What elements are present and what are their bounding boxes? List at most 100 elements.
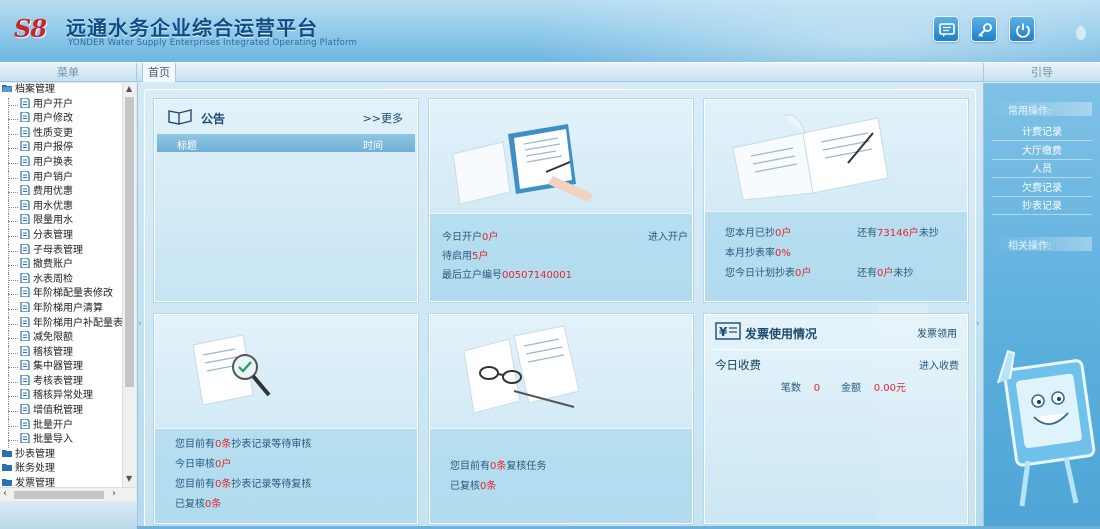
quick-link[interactable]: 计费记录 xyxy=(992,123,1092,141)
tree-item-label: 年阶梯用户清算 xyxy=(33,302,103,314)
notice-more-link[interactable]: >>更多 xyxy=(363,110,403,126)
meter-reading-info: 您本月已抄0户 还有73146户未抄 本月抄表率0% 您今日计划抄表0户 还有0… xyxy=(705,211,967,301)
document-icon xyxy=(20,272,30,283)
logout-button[interactable] xyxy=(1009,16,1035,42)
tree-item[interactable]: 性质变更 xyxy=(0,126,122,142)
document-icon xyxy=(20,287,30,298)
document-icon xyxy=(20,141,30,152)
document-icon xyxy=(20,112,30,123)
folder-icon xyxy=(2,449,12,457)
quick-link[interactable]: 大厅缴费 xyxy=(992,142,1092,160)
scroll-left-icon[interactable]: ‹ xyxy=(3,488,7,499)
tree-item[interactable]: 用户开户 xyxy=(0,97,122,113)
tree-item[interactable]: 水表周检 xyxy=(0,272,122,288)
tree-item[interactable]: 稽核管理 xyxy=(0,345,122,361)
tree-folder-archive[interactable]: 档案管理 xyxy=(0,83,122,98)
tree-item[interactable]: 分表管理 xyxy=(0,228,122,244)
meter-reading-panel: 您本月已抄0户 还有73146户未抄 本月抄表率0% 您今日计划抄表0户 还有0… xyxy=(704,99,968,302)
tree-folder-label: 发票管理 xyxy=(15,478,55,487)
tree-item[interactable]: 集中器管理 xyxy=(0,360,122,375)
invoice-title: 发票使用情况 xyxy=(745,327,818,341)
tree-item[interactable]: 年阶梯用户补配量表 xyxy=(0,316,122,332)
document-icon xyxy=(20,243,30,254)
key-icon xyxy=(978,23,992,38)
scroll-right-icon[interactable]: › xyxy=(112,488,116,499)
tree-item[interactable]: 用水优惠 xyxy=(0,199,122,215)
enter-charge-link[interactable]: 进入收费 xyxy=(919,357,959,372)
tree-item[interactable]: 费用优惠 xyxy=(0,185,122,200)
tree-folder[interactable]: 账务处理 xyxy=(0,462,122,477)
documents-glasses-illustration xyxy=(463,325,580,414)
document-icon xyxy=(20,316,30,327)
enter-open-link[interactable]: 进入开户 xyxy=(648,228,688,243)
review-info: 您目前有0条复核任务 已复核0条 xyxy=(430,428,692,523)
last-account-line: 最后立户编号00507140001 xyxy=(442,270,572,281)
invoice-request-link[interactable]: 发票领用 xyxy=(917,325,957,340)
document-icon xyxy=(20,389,30,400)
scroll-down-icon[interactable]: ▼ xyxy=(126,474,132,483)
document-icon xyxy=(20,360,30,371)
review-pending-line: 您目前有0条抄表记录等待复核 xyxy=(175,479,312,490)
quick-link[interactable]: 欠费记录 xyxy=(992,179,1092,197)
tree-item[interactable]: 撤费账户 xyxy=(0,258,122,273)
count-line: 笔数 0 xyxy=(781,383,821,394)
quick-link[interactable]: 抄表记录 xyxy=(992,197,1092,216)
tree-item[interactable]: 限量用水 xyxy=(0,214,122,229)
notice-panel: 公告 >>更多 标题 时间 xyxy=(154,99,418,302)
tree-item[interactable]: 考核表管理 xyxy=(0,374,122,390)
document-icon xyxy=(20,214,30,225)
pending-line: 待启用5户 xyxy=(442,251,489,262)
tree-horizontal-scrollbar[interactable]: ‹ › xyxy=(0,487,136,501)
amount-line: 金额 0.00元 xyxy=(841,383,906,394)
menu-label: 菜单 xyxy=(0,63,137,82)
document-icon xyxy=(20,97,30,108)
password-button[interactable] xyxy=(971,16,997,42)
remain-line: 还有73146户未抄 xyxy=(857,228,939,239)
tree-item[interactable]: 子母表管理 xyxy=(0,243,122,259)
folder-icon xyxy=(2,479,12,487)
collapse-left-icon[interactable]: ‹ xyxy=(138,319,142,329)
scroll-up-icon[interactable]: ▲ xyxy=(126,84,132,93)
notice-table-header: 标题 时间 xyxy=(157,134,415,152)
tree-folder[interactable]: 抄表管理 xyxy=(0,448,122,463)
tree-folder[interactable]: 发票管理 xyxy=(0,477,122,487)
tree-item-label: 用户开户 xyxy=(33,98,73,110)
notice-book-icon xyxy=(168,109,192,125)
tree-item[interactable]: 用户换表 xyxy=(0,155,122,171)
tree-item[interactable]: 批量开户 xyxy=(0,418,122,434)
tree-item[interactable]: 年阶梯配量表修改 xyxy=(0,287,122,302)
tree-item[interactable]: 批量导入 xyxy=(0,433,122,448)
review-done-line: 已复核0条 xyxy=(450,481,497,492)
tree-vertical-scrollbar[interactable]: ▲ ▼ xyxy=(122,83,136,487)
document-icon xyxy=(20,126,30,137)
tree-folder-label: 抄表管理 xyxy=(15,448,55,460)
tree-item-label: 增值税管理 xyxy=(33,405,83,417)
document-icon xyxy=(20,418,30,429)
collapse-right-icon[interactable]: › xyxy=(976,319,980,329)
tree-item-label: 减免限额 xyxy=(33,332,73,344)
quick-link[interactable]: 人员 xyxy=(992,160,1092,179)
tree-item[interactable]: 用户销户 xyxy=(0,170,122,186)
tree-item-label: 子母表管理 xyxy=(33,244,83,256)
message-button[interactable] xyxy=(933,16,959,42)
tab-home[interactable]: 首页 xyxy=(142,63,176,82)
plan-line: 您今日计划抄表0户 xyxy=(725,268,812,279)
column-time: 时间 xyxy=(363,141,383,152)
tree-item[interactable]: 年阶梯用户清算 xyxy=(0,301,122,317)
tree-item-label: 费用优惠 xyxy=(33,186,73,198)
invoice-panel: ¥ 发票使用情况 发票领用 今日收费 进入收费 笔数 0 金额 0.00元 xyxy=(704,314,968,524)
review-panel: 您目前有0条复核任务 已复核0条 xyxy=(429,314,693,524)
tree-item[interactable]: 增值税管理 xyxy=(0,404,122,419)
tree-item[interactable]: 减免限额 xyxy=(0,331,122,346)
account-open-info: 今日开户0户 进入开户 待启用5户 最后立户编号00507140001 xyxy=(430,213,692,301)
scroll-thumb[interactable] xyxy=(125,97,134,387)
mascot-illustration xyxy=(997,349,1096,507)
tree-item[interactable]: 用户修改 xyxy=(0,112,122,127)
tree-item[interactable]: 用户报停 xyxy=(0,141,122,156)
document-icon xyxy=(20,228,30,239)
tree-item[interactable]: 稽核异常处理 xyxy=(0,389,122,404)
tree-item-label: 水表周检 xyxy=(33,273,73,285)
document-icon xyxy=(20,258,30,269)
scroll-thumb-horizontal[interactable] xyxy=(14,491,104,499)
today-open-line: 今日开户0户 xyxy=(442,232,499,243)
